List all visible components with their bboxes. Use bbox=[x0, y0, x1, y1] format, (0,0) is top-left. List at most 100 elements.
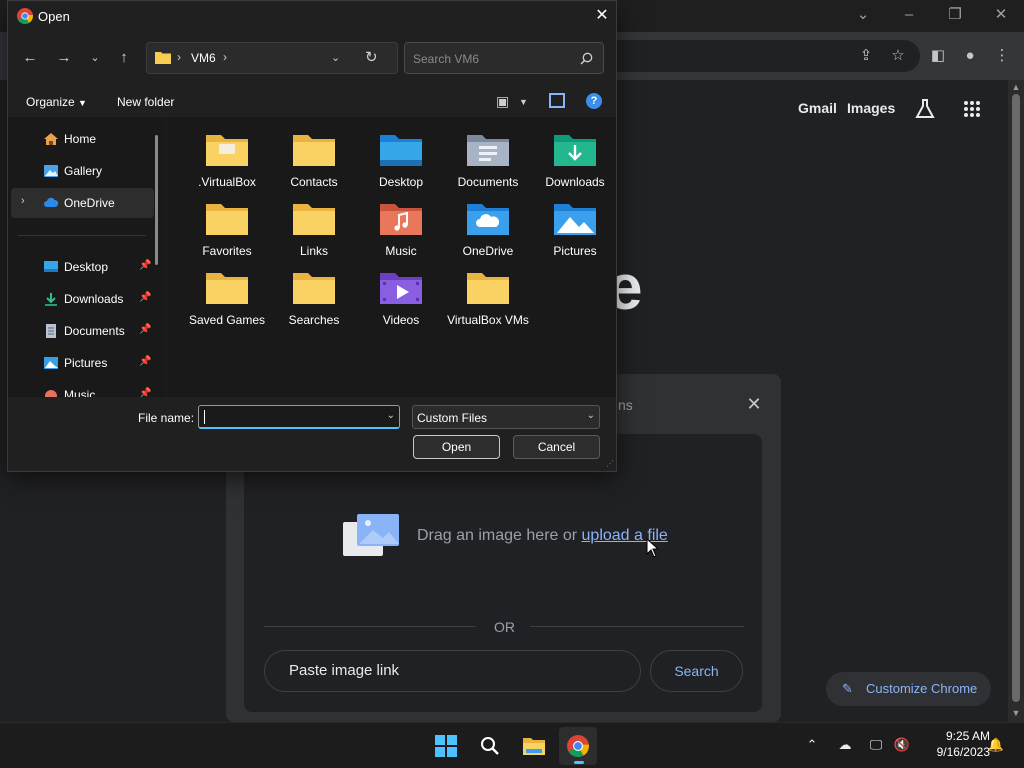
onedrive-tray-icon[interactable]: ☁ bbox=[836, 736, 854, 754]
profile-icon[interactable]: ● bbox=[958, 44, 982, 68]
organize-button[interactable]: Organize ▼ bbox=[26, 95, 87, 109]
share-icon[interactable]: ⇪ bbox=[854, 44, 878, 68]
organize-dropdown-icon: ▼ bbox=[78, 98, 87, 108]
file-explorer-button[interactable] bbox=[515, 727, 553, 765]
images-link[interactable]: Images bbox=[847, 100, 895, 116]
file-item-onedrive[interactable]: OneDrive bbox=[446, 190, 530, 260]
file-name-label: File name: bbox=[138, 411, 195, 425]
file-item-videos[interactable]: Videos bbox=[359, 259, 443, 329]
start-button[interactable] bbox=[427, 727, 465, 765]
notification-bell-icon[interactable]: 🔔 bbox=[987, 736, 1005, 754]
view-options-icon[interactable]: ▣ bbox=[496, 93, 509, 110]
expand-chevron-icon[interactable]: › bbox=[21, 195, 25, 207]
file-item-documents[interactable]: Documents bbox=[446, 121, 530, 191]
scrollbar-thumb[interactable] bbox=[1012, 94, 1020, 702]
scroll-down-icon[interactable]: ▼ bbox=[1011, 708, 1021, 718]
address-dropdown-icon[interactable]: ⌄ bbox=[331, 51, 340, 64]
pin-icon[interactable]: 📌 bbox=[139, 292, 151, 303]
pin-icon[interactable]: 📌 bbox=[139, 356, 151, 367]
network-icon[interactable]: 🖵 bbox=[867, 736, 885, 754]
forward-arrow-icon[interactable]: → bbox=[53, 47, 75, 69]
nav-item-downloads[interactable]: Downloads 📌 bbox=[11, 284, 154, 314]
volume-muted-icon[interactable]: 🔇 bbox=[893, 736, 911, 754]
lens-search-button[interactable]: Search bbox=[650, 650, 743, 692]
pane-splitter[interactable] bbox=[166, 117, 167, 397]
file-item-pictures[interactable]: Pictures bbox=[533, 190, 617, 260]
preview-pane-icon[interactable] bbox=[549, 93, 565, 108]
chrome-app-icon bbox=[17, 8, 33, 24]
apps-grid-icon[interactable] bbox=[963, 100, 981, 118]
nav-label-music: Music bbox=[64, 388, 96, 397]
paste-image-link-input[interactable]: Paste image link bbox=[264, 650, 641, 692]
new-folder-button[interactable]: New folder bbox=[117, 95, 174, 109]
folder-icon bbox=[467, 273, 509, 304]
nav-item-home[interactable]: Home bbox=[11, 124, 154, 154]
lens-close-icon[interactable]: ✕ bbox=[744, 394, 764, 414]
file-item-virtualbox-hidden[interactable]: .VirtualBox bbox=[185, 121, 269, 191]
file-item-music[interactable]: Music bbox=[359, 190, 443, 260]
show-hidden-icons-icon[interactable]: ⌃ bbox=[803, 736, 821, 754]
file-item-favorites[interactable]: Favorites bbox=[185, 190, 269, 260]
folder-icon bbox=[206, 204, 248, 235]
file-item-saved-games[interactable]: Saved Games bbox=[185, 259, 269, 329]
breadcrumb-chevron-icon[interactable]: › bbox=[223, 50, 227, 64]
help-icon[interactable]: ? bbox=[586, 93, 602, 109]
pin-icon[interactable]: 📌 bbox=[139, 260, 151, 271]
page-scrollbar[interactable]: ▲ ▼ bbox=[1008, 80, 1024, 722]
tab-search-icon[interactable]: ⌄ bbox=[851, 4, 875, 26]
nav-item-onedrive[interactable]: › OneDrive bbox=[11, 188, 154, 218]
chrome-menu-icon[interactable]: ⋮ bbox=[990, 44, 1014, 68]
nav-pane-scrollbar[interactable] bbox=[155, 135, 158, 265]
folder-icon bbox=[206, 273, 248, 304]
search-icon[interactable] bbox=[580, 52, 593, 65]
file-item-desktop[interactable]: Desktop bbox=[359, 121, 443, 191]
scroll-up-icon[interactable]: ▲ bbox=[1011, 82, 1021, 92]
file-item-searches[interactable]: Searches bbox=[272, 259, 356, 329]
folder-icon bbox=[293, 135, 335, 166]
file-item-virtualbox-vms[interactable]: VirtualBox VMs bbox=[446, 259, 530, 329]
up-arrow-icon[interactable]: ↑ bbox=[113, 47, 135, 69]
bookmark-star-icon[interactable]: ☆ bbox=[886, 44, 910, 68]
back-arrow-icon[interactable]: ← bbox=[19, 47, 41, 69]
file-item-contacts[interactable]: Contacts bbox=[272, 121, 356, 191]
cancel-button[interactable]: Cancel bbox=[513, 435, 600, 459]
system-clock[interactable]: 9:25 AM 9/16/2023 bbox=[918, 728, 990, 760]
chrome-taskbar-button[interactable] bbox=[559, 727, 597, 765]
close-window-icon[interactable]: ✕ bbox=[989, 4, 1013, 26]
nav-item-desktop[interactable]: Desktop 📌 bbox=[11, 252, 154, 282]
resize-grip-icon[interactable]: ⋰ bbox=[606, 459, 614, 468]
nav-item-documents[interactable]: Documents 📌 bbox=[11, 316, 154, 346]
side-panel-icon[interactable]: ◧ bbox=[926, 44, 950, 68]
nav-item-gallery[interactable]: Gallery bbox=[11, 156, 154, 186]
customize-chrome-button[interactable]: ✎ Customize Chrome bbox=[826, 672, 991, 706]
gmail-link[interactable]: Gmail bbox=[798, 100, 837, 116]
file-item-downloads[interactable]: Downloads bbox=[533, 121, 617, 191]
labs-flask-icon[interactable] bbox=[914, 98, 936, 120]
view-dropdown-icon[interactable]: ▼ bbox=[519, 97, 528, 107]
file-name-dropdown-icon[interactable]: ⌄ bbox=[387, 410, 395, 421]
file-name-input[interactable]: ⌄ bbox=[198, 405, 400, 429]
file-label: Saved Games bbox=[188, 313, 266, 327]
pin-icon[interactable]: 📌 bbox=[139, 388, 151, 397]
clock-date: 9/16/2023 bbox=[936, 745, 990, 759]
file-label: Documents bbox=[457, 175, 519, 189]
address-path[interactable]: VM6 bbox=[191, 51, 216, 65]
taskbar-search-button[interactable] bbox=[471, 727, 509, 765]
pin-icon[interactable]: 📌 bbox=[139, 324, 151, 335]
minimize-icon[interactable]: – bbox=[897, 4, 921, 26]
file-type-select[interactable]: Custom Files ⌄ bbox=[412, 405, 600, 429]
nav-label-onedrive: OneDrive bbox=[64, 196, 115, 210]
pictures-icon bbox=[44, 357, 58, 369]
nav-item-music[interactable]: Music 📌 bbox=[11, 380, 154, 397]
dialog-titlebar[interactable]: Open ✕ bbox=[8, 1, 616, 31]
file-item-links[interactable]: Links bbox=[272, 190, 356, 260]
address-bar[interactable]: › VM6 › ⌄ ↻ bbox=[146, 42, 398, 74]
folder-search-box[interactable]: Search VM6 bbox=[404, 42, 604, 74]
dialog-close-icon[interactable]: ✕ bbox=[592, 6, 612, 26]
taskbar: ⌃ ☁ 🖵 🔇 9:25 AM 9/16/2023 🔔 bbox=[0, 722, 1024, 768]
recent-locations-icon[interactable]: ⌄ bbox=[84, 47, 106, 69]
open-button[interactable]: Open bbox=[413, 435, 500, 459]
restore-icon[interactable]: ❐ bbox=[943, 4, 967, 26]
nav-item-pictures[interactable]: Pictures 📌 bbox=[11, 348, 154, 378]
refresh-icon[interactable]: ↻ bbox=[365, 48, 378, 66]
